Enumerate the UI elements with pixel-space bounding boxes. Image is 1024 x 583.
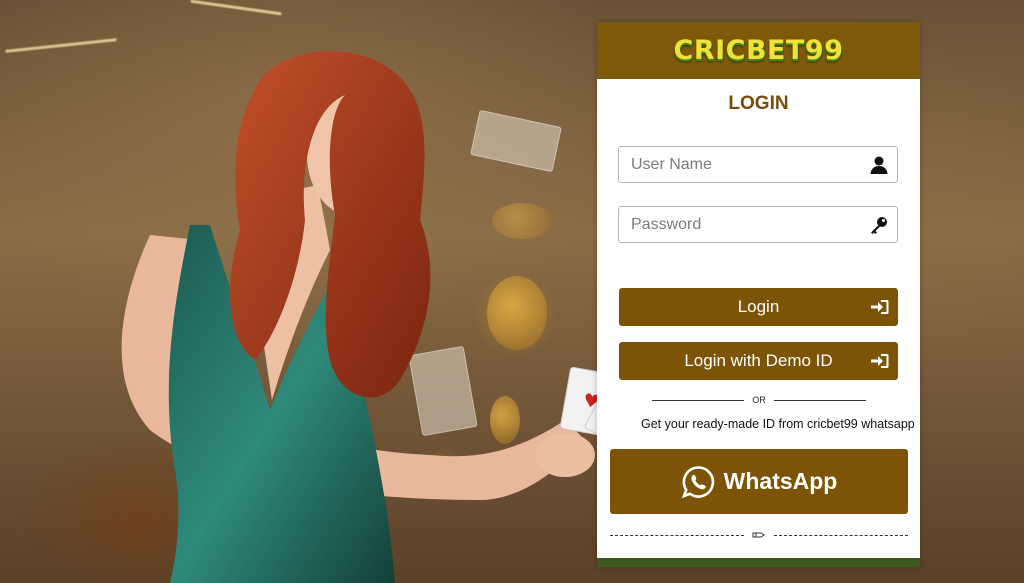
- username-input[interactable]: [619, 146, 869, 183]
- whatsapp-button[interactable]: WhatsApp: [610, 449, 908, 514]
- model-figure: [121, 51, 595, 583]
- sign-in-icon: [871, 354, 889, 368]
- or-label: OR: [752, 395, 766, 405]
- login-button-label: Login: [737, 297, 780, 316]
- login-button[interactable]: Login: [619, 288, 898, 326]
- divider-line: [652, 399, 745, 401]
- sign-in-icon: [871, 300, 889, 314]
- brand-logo: CRICBET99: [673, 35, 844, 66]
- password-input[interactable]: [619, 206, 869, 243]
- hand-icon: [752, 532, 765, 538]
- panel-footer-bar: [597, 558, 920, 567]
- whatsapp-button-label: WhatsApp: [723, 468, 838, 494]
- footer-divider: [610, 529, 908, 541]
- panel-header: CRICBET99: [597, 22, 920, 79]
- or-divider: OR: [652, 394, 866, 406]
- demo-login-button-label: Login with Demo ID: [684, 351, 833, 370]
- password-field: [618, 206, 898, 243]
- login-panel: CRICBET99 LOGIN Login Login with Demo ID: [597, 22, 920, 567]
- whatsapp-icon: [681, 465, 714, 498]
- login-title: LOGIN: [728, 93, 789, 114]
- demo-login-button[interactable]: Login with Demo ID: [619, 342, 898, 380]
- key-icon: [871, 216, 887, 234]
- username-field: [618, 146, 898, 183]
- divider-line: [773, 399, 866, 401]
- whatsapp-hint: Get your ready-made ID from cricbet99 wh…: [641, 417, 915, 431]
- user-icon: [870, 156, 888, 174]
- dashed-line: [774, 534, 908, 536]
- dashed-line: [610, 534, 744, 536]
